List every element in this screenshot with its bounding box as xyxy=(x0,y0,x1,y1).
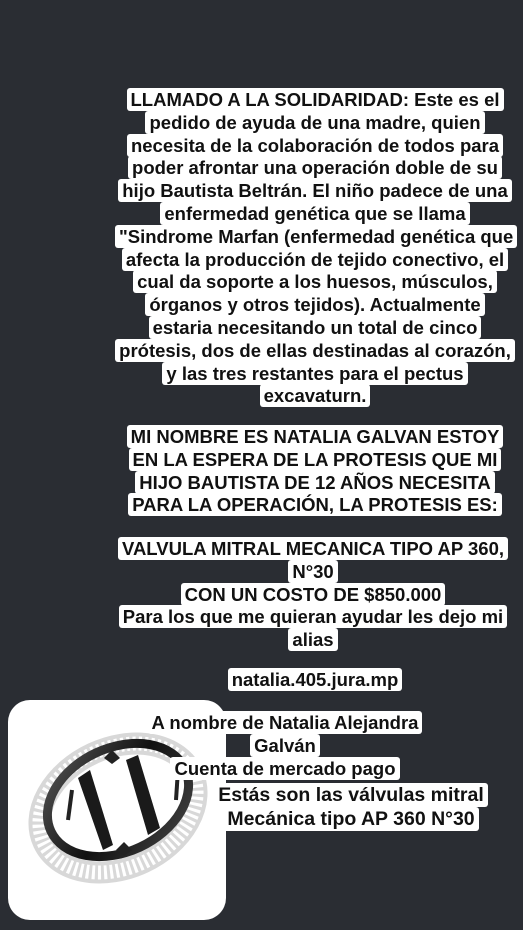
appeal-paragraph: LLAMADO A LA SOLIDARIDAD: Este es el ped… xyxy=(115,88,518,408)
cost-line: CON UN COSTO DE $850.000 xyxy=(180,582,446,606)
mother-statement-text: MI NOMBRE ES NATALIA GALVAN ESTOY EN LA … xyxy=(126,425,504,517)
prosthesis-details: VALVULA MITRAL MECANICA TIPO AP 360, N°3… xyxy=(113,537,513,652)
image-caption-text: Estás son las válvulas mitral Mecánica t… xyxy=(214,783,488,831)
valve-line: VALVULA MITRAL MECANICA TIPO AP 360, N°3… xyxy=(117,537,509,583)
appeal-text: LLAMADO A LA SOLIDARIDAD: Este es el ped… xyxy=(115,88,518,408)
help-line: Para los que me quieran ayudar les dejo … xyxy=(118,605,508,652)
image-caption: Estás son las válvulas mitral Mecánica t… xyxy=(201,783,501,831)
mother-statement: MI NOMBRE ES NATALIA GALVAN ESTOY EN LA … xyxy=(115,425,515,517)
alias-text: natalia.405.jura.mp xyxy=(227,668,403,691)
account-name: A nombre de Natalia Alejandra Galván xyxy=(147,711,423,757)
account-type: Cuenta de mercado pago xyxy=(170,756,400,780)
account-info: A nombre de Natalia Alejandra Galván Cue… xyxy=(135,711,435,780)
alias-block: natalia.405.jura.mp xyxy=(165,668,465,692)
